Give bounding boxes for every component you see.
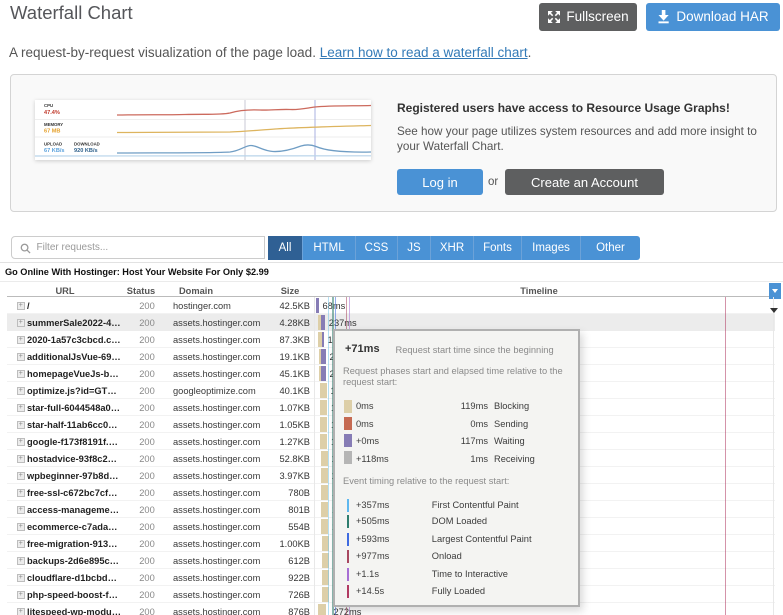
svg-text:920 KB/s: 920 KB/s [74,148,98,154]
svg-text:UPLOAD: UPLOAD [44,141,62,146]
svg-text:MEMORY: MEMORY [44,122,63,127]
svg-text:67 KB/s: 67 KB/s [44,148,65,154]
svg-text:CPU: CPU [44,102,53,107]
svg-text:67 MB: 67 MB [44,128,60,134]
svg-text:47.4%: 47.4% [44,110,60,116]
svg-text:DOWNLOAD: DOWNLOAD [74,141,100,146]
